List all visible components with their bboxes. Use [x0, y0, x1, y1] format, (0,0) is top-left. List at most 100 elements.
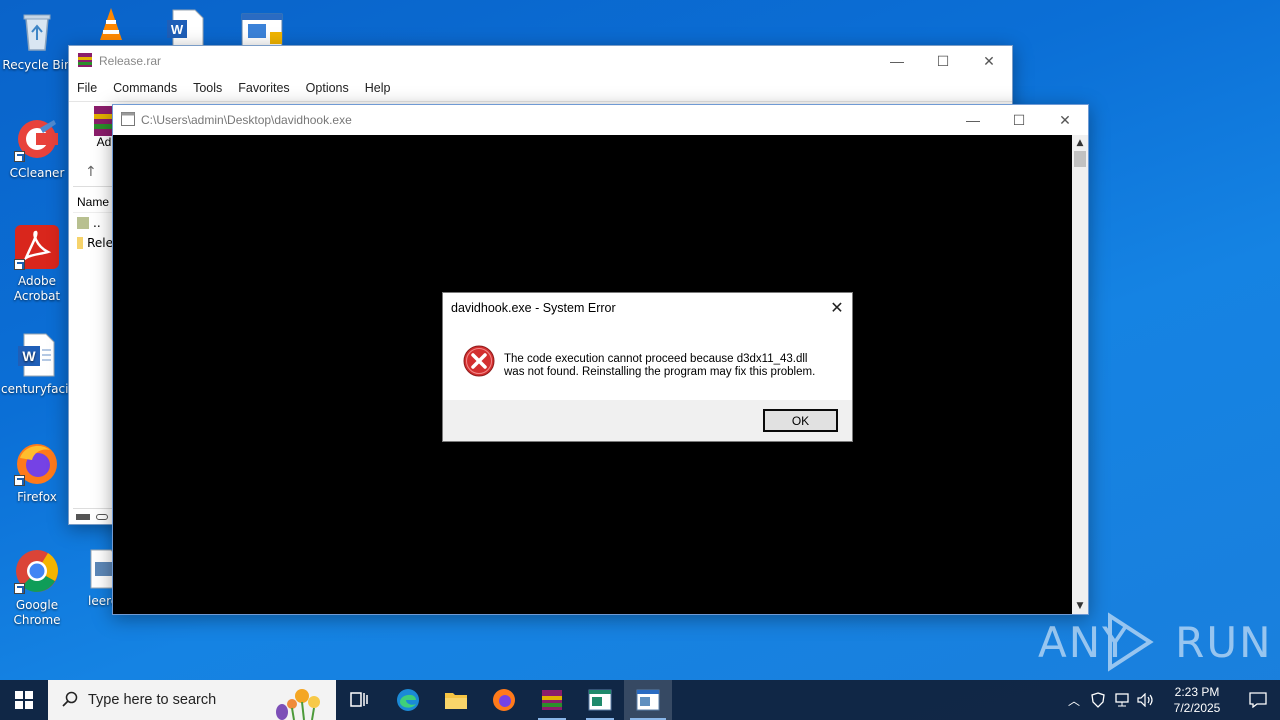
up-arrow-icon[interactable]: ↑ [85, 164, 97, 180]
tray-network-icon[interactable] [1110, 693, 1134, 707]
task-view-icon [350, 692, 368, 707]
menu-tools[interactable]: Tools [193, 81, 222, 95]
system-error-dialog[interactable]: davidhook.exe - System Error ✕ The code … [442, 292, 853, 442]
taskbar-console[interactable] [624, 680, 672, 720]
taskbar-clock[interactable]: 2:23 PM 7/2/2025 [1158, 684, 1236, 716]
tray-defender-icon[interactable] [1086, 692, 1110, 708]
drive-icon [76, 514, 90, 520]
taskbar-search-box[interactable]: Type here to search [48, 680, 336, 720]
taskbar-winrar[interactable] [528, 680, 576, 720]
menu-commands[interactable]: Commands [113, 81, 177, 95]
desktop-icon-label: Google Chrome [13, 598, 61, 627]
error-message: The code execution cannot proceed becaus… [504, 345, 815, 379]
edge-icon [397, 689, 419, 711]
task-view-button[interactable] [336, 680, 384, 720]
tray-chevron-icon[interactable]: ︿ [1062, 692, 1086, 709]
shortcut-arrow-icon [14, 475, 25, 486]
dialog-close-button[interactable]: ✕ [822, 298, 852, 318]
svg-text:W: W [171, 22, 184, 37]
desktop-icon-google-chrome[interactable]: Google Chrome [1, 548, 73, 628]
desktop-icon-label: CCleaner [9, 166, 65, 180]
menu-favorites[interactable]: Favorites [238, 81, 289, 95]
desktop-icon-firefox[interactable]: Firefox [1, 440, 73, 505]
close-button[interactable]: ✕ [1042, 105, 1088, 135]
anyrun-watermark: ANY RUN [1038, 612, 1273, 672]
firefox-icon [493, 689, 515, 711]
firefox-icon [14, 440, 60, 486]
parent-folder-icon [77, 217, 89, 229]
vlc-icon [100, 8, 122, 40]
taskbar-file-explorer[interactable] [432, 680, 480, 720]
console-titlebar[interactable]: C:\Users\admin\Desktop\davidhook.exe — ☐… [113, 105, 1088, 135]
dialog-body: The code execution cannot proceed becaus… [443, 323, 852, 401]
dialog-titlebar[interactable]: davidhook.exe - System Error ✕ [443, 293, 852, 323]
file-list: Name .. Rele [73, 186, 113, 498]
vlc-desktop-icon[interactable] [92, 6, 130, 49]
desktop-icon-ccleaner[interactable]: CCleaner [1, 116, 73, 181]
tray-volume-icon[interactable] [1134, 693, 1158, 707]
clock-time: 2:23 PM [1174, 685, 1220, 699]
console-scrollbar[interactable]: ▲ ▼ [1072, 135, 1088, 614]
desktop-icon-label: Adobe Acrobat [13, 274, 61, 303]
shortcut-arrow-icon [14, 583, 25, 594]
minimize-button[interactable]: — [874, 46, 920, 76]
error-message-line-2: was not found. Reinstalling the program … [504, 366, 816, 378]
taskbar-app-window[interactable] [576, 680, 624, 720]
desktop-icon-label: Recycle Bin [2, 58, 72, 72]
winrar-icon [542, 690, 562, 710]
dialog-title: davidhook.exe - System Error [451, 301, 616, 315]
scroll-thumb[interactable] [1074, 151, 1086, 167]
taskbar-firefox[interactable] [480, 680, 528, 720]
shortcut-arrow-icon [14, 259, 25, 270]
list-item[interactable]: Rele [73, 233, 113, 253]
word-document-icon: W [14, 332, 60, 378]
maximize-button[interactable]: ☐ [996, 105, 1042, 135]
key-icon [95, 514, 108, 520]
desktop-icon-recycle-bin[interactable]: Recycle Bin [1, 8, 73, 73]
app-window-icon [588, 689, 612, 711]
winrar-titlebar[interactable]: Release.rar — ☐ ✕ [69, 46, 1012, 76]
taskbar-edge[interactable] [384, 680, 432, 720]
notification-icon [1249, 692, 1267, 708]
window-app-icon [241, 13, 283, 47]
console-app-icon [121, 111, 135, 129]
ok-button[interactable]: OK [763, 409, 838, 432]
recycle-bin-icon [14, 8, 60, 54]
action-center-button[interactable] [1236, 692, 1280, 708]
menu-file[interactable]: File [77, 81, 97, 95]
winrar-statusbar [73, 508, 113, 522]
column-header-name[interactable]: Name [73, 187, 113, 213]
winrar-title: Release.rar [99, 54, 162, 68]
windows-logo-icon [15, 691, 33, 709]
desktop-icon-adobe-acrobat[interactable]: Adobe Acrobat [1, 224, 73, 304]
folder-icon [77, 237, 84, 249]
search-icon [62, 691, 78, 710]
desktop-icon-word-document[interactable]: W centuryfaci... [1, 332, 80, 397]
watermark-text: ANY RUN [1038, 618, 1273, 667]
ccleaner-icon [14, 116, 60, 162]
folder-icon [445, 693, 467, 709]
svg-text:W: W [22, 348, 36, 364]
maximize-button[interactable]: ☐ [920, 46, 966, 76]
desktop-icon-label: centuryfaci... [1, 382, 80, 396]
menu-help[interactable]: Help [365, 81, 391, 95]
desktop-icon-label: Firefox [17, 490, 57, 504]
minimize-button[interactable]: — [950, 105, 996, 135]
search-placeholder: Type here to search [88, 692, 217, 708]
clock-date: 7/2/2025 [1173, 701, 1221, 715]
scroll-up-arrow-icon[interactable]: ▲ [1072, 135, 1088, 151]
shortcut-arrow-icon [14, 151, 25, 162]
winrar-app-icon [77, 52, 93, 71]
dialog-button-area: OK [443, 400, 852, 441]
console-title: C:\Users\admin\Desktop\davidhook.exe [141, 113, 352, 127]
menu-options[interactable]: Options [306, 81, 349, 95]
error-message-line-1: The code execution cannot proceed becaus… [504, 353, 808, 365]
console-app-icon [636, 689, 660, 711]
error-icon [463, 345, 495, 380]
chrome-icon [14, 548, 60, 594]
word-document-icon: W [167, 9, 204, 49]
start-button[interactable] [0, 680, 48, 720]
taskbar: Type here to search ︿ 2:23 PM 7/2/2025 [0, 680, 1280, 720]
close-button[interactable]: ✕ [966, 46, 1012, 76]
list-item[interactable]: .. [73, 213, 113, 233]
